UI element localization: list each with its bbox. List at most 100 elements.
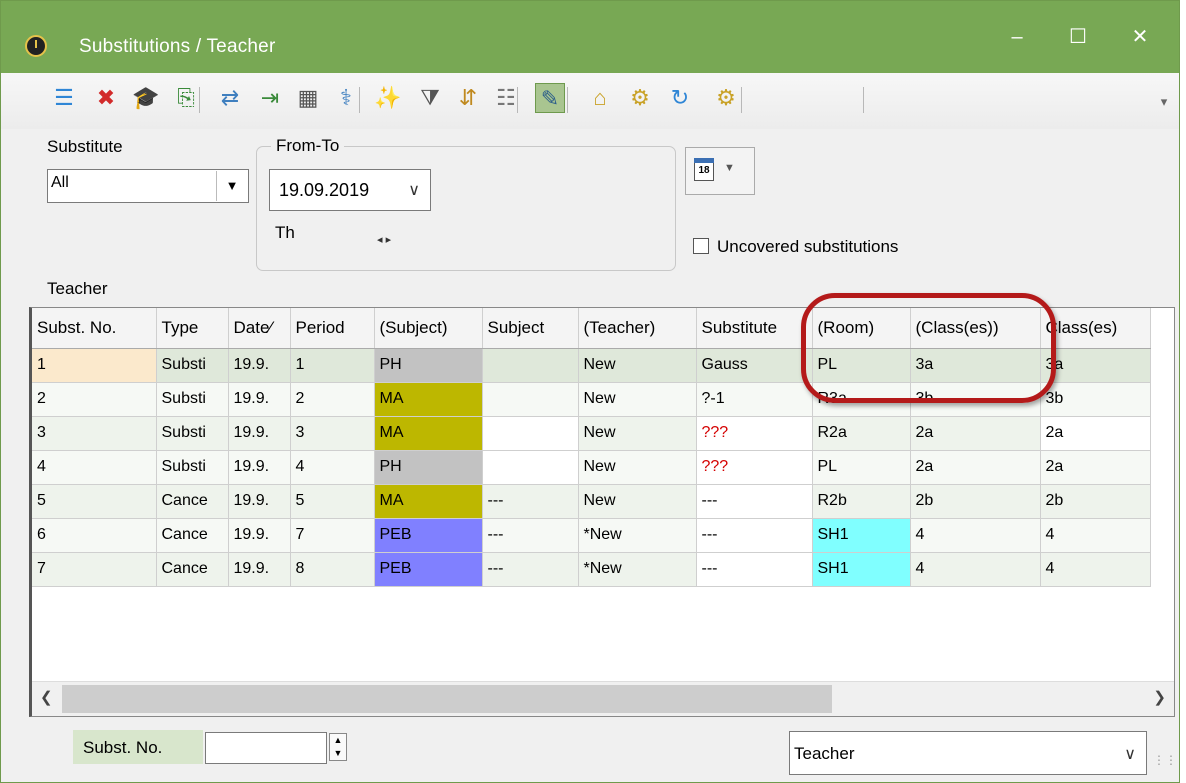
column-header[interactable]: Date⁄ bbox=[228, 308, 291, 349]
swap-icon[interactable]: ⇄ bbox=[215, 83, 245, 113]
table-cell[interactable]: 7 bbox=[32, 552, 157, 587]
table-row[interactable]: 4 Substi 19.9. 4 PH New??? PL 2a 2a bbox=[32, 450, 1151, 485]
scroll-left-icon[interactable]: ❮ bbox=[40, 688, 53, 706]
table-cell[interactable]: SH1 bbox=[812, 518, 911, 553]
table-cell[interactable]: 2 bbox=[32, 382, 157, 417]
table-cell[interactable]: 6 bbox=[32, 518, 157, 553]
table-cell[interactable]: PEB bbox=[374, 518, 483, 553]
chevron-down-icon[interactable]: ∨ bbox=[1124, 744, 1136, 764]
view-select[interactable]: Teacher ∨ bbox=[789, 731, 1147, 775]
table-cell[interactable] bbox=[482, 348, 579, 383]
table-cell[interactable]: *New bbox=[578, 552, 697, 587]
gear-icon[interactable]: ⚙ bbox=[711, 83, 741, 113]
table-cell[interactable]: 4 bbox=[1040, 518, 1151, 553]
table-cell[interactable]: 19.9. bbox=[228, 450, 291, 485]
table-cell[interactable]: New bbox=[578, 348, 697, 383]
table-cell[interactable]: 19.9. bbox=[228, 552, 291, 587]
table-cell[interactable]: New bbox=[578, 484, 697, 519]
minimize-button[interactable]: – bbox=[994, 21, 1040, 53]
table-cell[interactable]: ??? bbox=[696, 450, 813, 485]
resize-grip-icon[interactable]: ⋮⋮ bbox=[1153, 753, 1177, 767]
calendar-button[interactable]: 18 ▼ bbox=[685, 147, 755, 195]
table-cell[interactable]: SH1 bbox=[812, 552, 911, 587]
table-cell[interactable]: --- bbox=[696, 484, 813, 519]
table-cell[interactable]: --- bbox=[482, 552, 579, 587]
column-header[interactable]: Subject bbox=[482, 308, 579, 349]
substitute-combo[interactable]: All ▼ bbox=[47, 169, 249, 203]
table-cell[interactable]: 4 bbox=[910, 552, 1041, 587]
table-cell[interactable]: 19.9. bbox=[228, 382, 291, 417]
table-cell[interactable]: --- bbox=[696, 552, 813, 587]
column-header[interactable]: Type bbox=[156, 308, 229, 349]
table-cell[interactable]: Substi bbox=[156, 450, 229, 485]
table-cell[interactable]: New bbox=[578, 416, 697, 451]
stethoscope-icon[interactable]: ⚕ bbox=[331, 83, 361, 113]
column-header[interactable]: (Teacher) bbox=[578, 308, 697, 349]
table-cell[interactable]: 7 bbox=[290, 518, 375, 553]
table-cell[interactable]: 1 bbox=[290, 348, 375, 383]
table-cell[interactable]: Cance bbox=[156, 518, 229, 553]
sort-icon[interactable]: ⇵ bbox=[453, 83, 483, 113]
table-row[interactable]: 3 Substi 19.9. 3 MA New??? R2a 2a 2a bbox=[32, 416, 1151, 451]
scroll-right-icon[interactable]: ❯ bbox=[1153, 688, 1166, 706]
table-cell[interactable]: R2a bbox=[812, 416, 911, 451]
table-cell[interactable]: 4 bbox=[1040, 552, 1151, 587]
maximize-button[interactable]: ☐ bbox=[1055, 21, 1101, 53]
table-cell[interactable]: New bbox=[578, 382, 697, 417]
table-cell[interactable]: 2b bbox=[910, 484, 1041, 519]
table-cell[interactable]: 19.9. bbox=[228, 484, 291, 519]
table-row[interactable]: 6 Cance 19.9. 7 PEB --- *New --- SH1 4 4 bbox=[32, 518, 1151, 553]
column-header[interactable]: Substitute bbox=[696, 308, 813, 349]
table-cell[interactable]: 1 bbox=[32, 348, 157, 383]
table-cell[interactable]: Gauss bbox=[696, 348, 813, 383]
export-icon[interactable]: ⇥ bbox=[255, 83, 285, 113]
column-header[interactable]: (Subject) bbox=[374, 308, 483, 349]
table-cell[interactable]: PH bbox=[374, 348, 483, 383]
table-cell[interactable]: MA bbox=[374, 382, 483, 417]
table-cell[interactable]: ??? bbox=[696, 416, 813, 451]
table-cell[interactable]: 3b bbox=[1040, 382, 1151, 417]
chevron-down-icon[interactable]: ▼ bbox=[216, 171, 247, 201]
table-cell[interactable] bbox=[482, 416, 579, 451]
list-icon[interactable]: ☰ bbox=[49, 83, 79, 113]
table-cell[interactable]: 5 bbox=[32, 484, 157, 519]
horizontal-scrollbar[interactable]: ❮ ❯ bbox=[32, 681, 1174, 716]
table-cell[interactable]: 4 bbox=[290, 450, 375, 485]
table-cell[interactable]: 5 bbox=[290, 484, 375, 519]
subst-no-input[interactable] bbox=[205, 732, 327, 764]
close-button[interactable]: ✕ bbox=[1117, 21, 1163, 53]
wand-icon[interactable]: ✨ bbox=[373, 83, 403, 113]
table-cell[interactable]: 8 bbox=[290, 552, 375, 587]
table-cell[interactable]: *New bbox=[578, 518, 697, 553]
subst-no-stepper[interactable]: ▲ ▼ bbox=[329, 733, 347, 761]
column-header[interactable]: Class(es) bbox=[1040, 308, 1151, 349]
table-row[interactable]: 5 Cance 19.9. 5 MA --- New --- R2b 2b 2b bbox=[32, 484, 1151, 519]
import-icon[interactable]: ⎘ bbox=[171, 83, 201, 113]
column-header[interactable]: Subst. No. bbox=[32, 308, 157, 349]
table-cell[interactable]: New bbox=[578, 450, 697, 485]
refresh-icon[interactable]: ↻ bbox=[665, 83, 695, 113]
table-cell[interactable]: Substi bbox=[156, 382, 229, 417]
table-cell[interactable] bbox=[482, 450, 579, 485]
table-cell[interactable]: R2b bbox=[812, 484, 911, 519]
table-cell[interactable]: ?-1 bbox=[696, 382, 813, 417]
table-cell[interactable]: 2a bbox=[1040, 450, 1151, 485]
table-cell[interactable]: Substi bbox=[156, 416, 229, 451]
table-cell[interactable]: --- bbox=[482, 484, 579, 519]
table-cell[interactable]: 3a bbox=[1040, 348, 1151, 383]
scrollbar-thumb[interactable] bbox=[62, 685, 832, 713]
settings-doc-icon[interactable]: ⚙ bbox=[625, 83, 655, 113]
table-cell[interactable]: 4 bbox=[910, 518, 1041, 553]
table-cell[interactable]: Substi bbox=[156, 348, 229, 383]
filter-icon[interactable]: ⧩ bbox=[415, 83, 445, 113]
table-cell[interactable]: 19.9. bbox=[228, 348, 291, 383]
table-cell[interactable]: 3 bbox=[32, 416, 157, 451]
spin-down-icon[interactable]: ▼ bbox=[330, 747, 346, 760]
uncovered-checkbox[interactable] bbox=[693, 238, 709, 254]
lock-icon[interactable]: ⌂ bbox=[585, 83, 615, 113]
date-picker[interactable]: 19.09.2019 ∨ bbox=[269, 169, 431, 211]
table-cell[interactable] bbox=[482, 382, 579, 417]
table-cell[interactable]: 3 bbox=[290, 416, 375, 451]
table-cell[interactable]: 19.9. bbox=[228, 416, 291, 451]
table-cell[interactable]: PEB bbox=[374, 552, 483, 587]
